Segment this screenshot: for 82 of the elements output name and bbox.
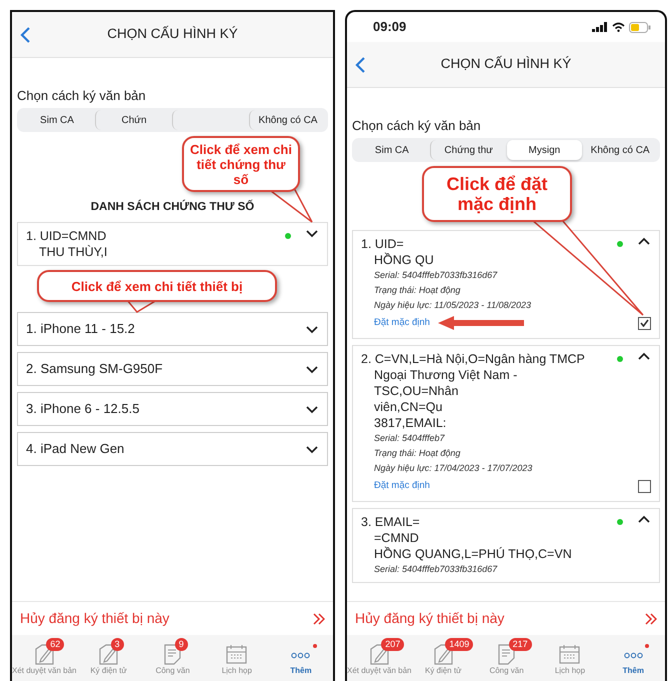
certificate-name: 3817,EMAIL: [373,415,446,431]
count-badge: 62 [46,638,64,651]
segment-tab[interactable]: Không có CA [582,140,658,160]
count-badge: 1409 [445,638,474,651]
caret-down-icon[interactable] [305,404,319,414]
tab-bar-item[interactable]: Ký điện tử 1409 [412,635,475,681]
caret-down-icon[interactable] [305,364,319,374]
set-default-link[interactable]: Đặt mặc định [374,315,430,331]
more-icon [291,652,310,659]
caret-up-icon[interactable] [637,514,651,525]
certificate-name: viên,CN=Qu [373,399,442,415]
count-badge: 207 [381,638,404,651]
list-heading: DANH SÁCH CHỨNG THƯ SỐ [90,198,254,215]
certificate-name: 1. UID= [361,236,404,252]
certificate-name: TSC,OU=Nhân [373,383,458,399]
tab-bar-item[interactable]: Công văn 9 [140,635,205,681]
back-icon[interactable] [20,26,32,44]
certificate-detail: Ngày hiệu lực: 17/04/2023 - 17/07/2023 [374,462,532,475]
certificate-detail: Ngày hiệu lực: 11/05/2023 - 11/08/2023 [374,299,531,312]
caret-up-icon[interactable] [637,236,651,247]
certificate-detail: Trạng thái: Hoạt động [374,284,460,297]
tab-bar-item[interactable]: Thêm [268,635,333,681]
segment-tab[interactable]: Sim CA [354,140,430,160]
caret-down-icon[interactable] [305,324,319,334]
certificate-name: HỒNG QU [373,252,434,268]
set-default-link[interactable]: Đặt mặc định [374,478,430,494]
certificate-name: THU THÙY,I [38,244,108,260]
count-badge: 3 [110,638,124,651]
calendar-icon [558,643,582,665]
battery-icon [629,22,651,32]
wifi-icon [612,22,625,32]
certificate-name: Ngoại Thương Việt Nam - [373,367,518,383]
calendar-icon [225,643,248,665]
caret-down-icon[interactable] [305,444,319,454]
count-badge: 217 [508,638,532,651]
double-chevron-icon[interactable] [645,612,657,624]
checkbox[interactable] [638,480,651,492]
caret-down-icon[interactable] [305,228,319,239]
tab-bar-item[interactable]: Thêm [602,635,665,681]
more-icon [624,652,643,659]
callout-pointer [127,300,157,312]
device-name: 3. iPhone 6 - 12.5.5 [26,400,140,418]
tab-bar-item[interactable]: Công văn 217 [474,635,538,681]
certificate-detail: Serial: 5404fffeb7033fb316d67 [374,563,498,576]
device-name: 2. Samsung SM-G950F [26,360,163,378]
section-label: Chọn cách ký văn bản [17,88,147,104]
device-row[interactable]: 4. iPad New Gen [17,432,328,466]
segment-tab[interactable]: Chứn [95,110,172,130]
certificate-detail: Trạng thái: Hoạt động [374,447,460,460]
device-name: 4. iPad New Gen [26,440,124,458]
signal-icon [592,22,608,32]
certificate-name: HỒNG QUANG,L=PHÚ THỌ,C=VN [373,546,572,562]
caret-up-icon[interactable] [637,351,651,362]
certificate-detail: Serial: 5404fffeb7 [374,432,445,445]
device-name: 1. iPhone 11 - 15.2 [26,320,135,338]
back-icon[interactable] [355,56,367,74]
checkbox[interactable] [638,316,651,330]
tab-bar-item[interactable]: Lịch họp [204,635,269,681]
section-label: Chọn cách ký văn bản [352,118,482,134]
tab-bar-item[interactable]: Lịch họp [538,635,602,681]
screen-title: CHỌN CẤU HÌNH KÝ [106,24,239,44]
certificate-name: 1. UID=CMND [26,228,106,244]
unregister-link[interactable]: Hủy đăng ký thiết bị này [355,608,504,629]
tab-bar-item[interactable]: Xét duyệt văn bản 62 [12,635,76,681]
certificate-name: =CMND [373,530,419,546]
count-badge: 9 [174,638,188,651]
tab-bar-item[interactable]: Ký điện tử 3 [76,635,141,681]
device-row[interactable]: 2. Samsung SM-G950F [17,352,328,386]
double-chevron-icon[interactable] [313,612,325,624]
check-icon [640,319,649,327]
unregister-link[interactable]: Hủy đăng ký thiết bị này [20,608,170,629]
certificate-detail: Serial: 5404fffeb7033fb316d67 [374,269,498,282]
status-time: 09:09 [373,18,406,36]
certificate-name: 2. C=VN,L=Hà Nội,O=Ngân hàng TMCP [361,351,585,367]
screen-title: CHỌN CẤU HÌNH KÝ [440,54,572,74]
segment-tab[interactable]: Sim CA [19,110,95,130]
callout: Click để đặt mặc định [422,166,572,222]
segment-tab[interactable]: Không có CA [249,110,326,130]
certificate-name: 3. EMAIL= [361,514,420,530]
segment-tab[interactable]: Mysign [506,140,582,160]
tab-bar-item[interactable]: Xét duyệt văn bản 207 [347,635,412,681]
device-row[interactable]: 3. iPhone 6 - 12.5.5 [17,392,328,426]
